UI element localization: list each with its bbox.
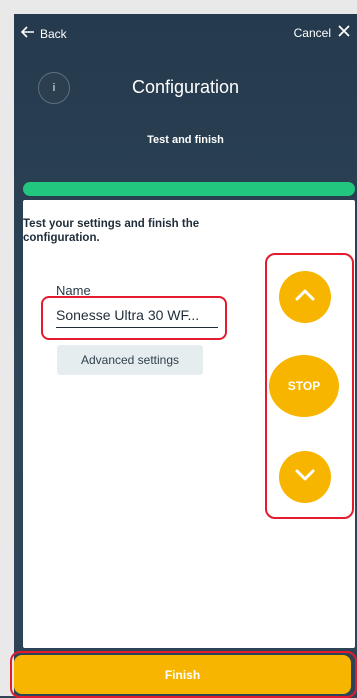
chevron-down-icon xyxy=(292,462,318,493)
advanced-settings-button[interactable]: Advanced settings xyxy=(57,345,203,375)
progress-bar xyxy=(23,182,355,196)
finish-label: Finish xyxy=(164,667,201,682)
arrow-left-icon xyxy=(20,24,36,43)
stop-label: STOP xyxy=(287,379,321,393)
cancel-button[interactable]: Cancel xyxy=(294,24,351,41)
name-input[interactable] xyxy=(56,307,226,323)
name-underline xyxy=(56,327,218,328)
step-label: Test and finish xyxy=(147,134,224,146)
close-icon xyxy=(337,24,351,41)
instruction-text: Test your settings and finish the config… xyxy=(23,218,200,244)
cancel-label: Cancel xyxy=(293,25,331,40)
down-button[interactable] xyxy=(279,451,331,503)
page-title: Configuration xyxy=(131,77,240,97)
back-label: Back xyxy=(40,26,67,41)
up-button[interactable] xyxy=(279,271,331,323)
finish-button[interactable]: Finish xyxy=(14,655,351,694)
advanced-settings-label: Advanced settings xyxy=(80,353,180,367)
chevron-up-icon xyxy=(292,282,318,313)
back-button[interactable]: Back xyxy=(20,24,67,43)
stop-button[interactable]: STOP xyxy=(269,355,339,417)
